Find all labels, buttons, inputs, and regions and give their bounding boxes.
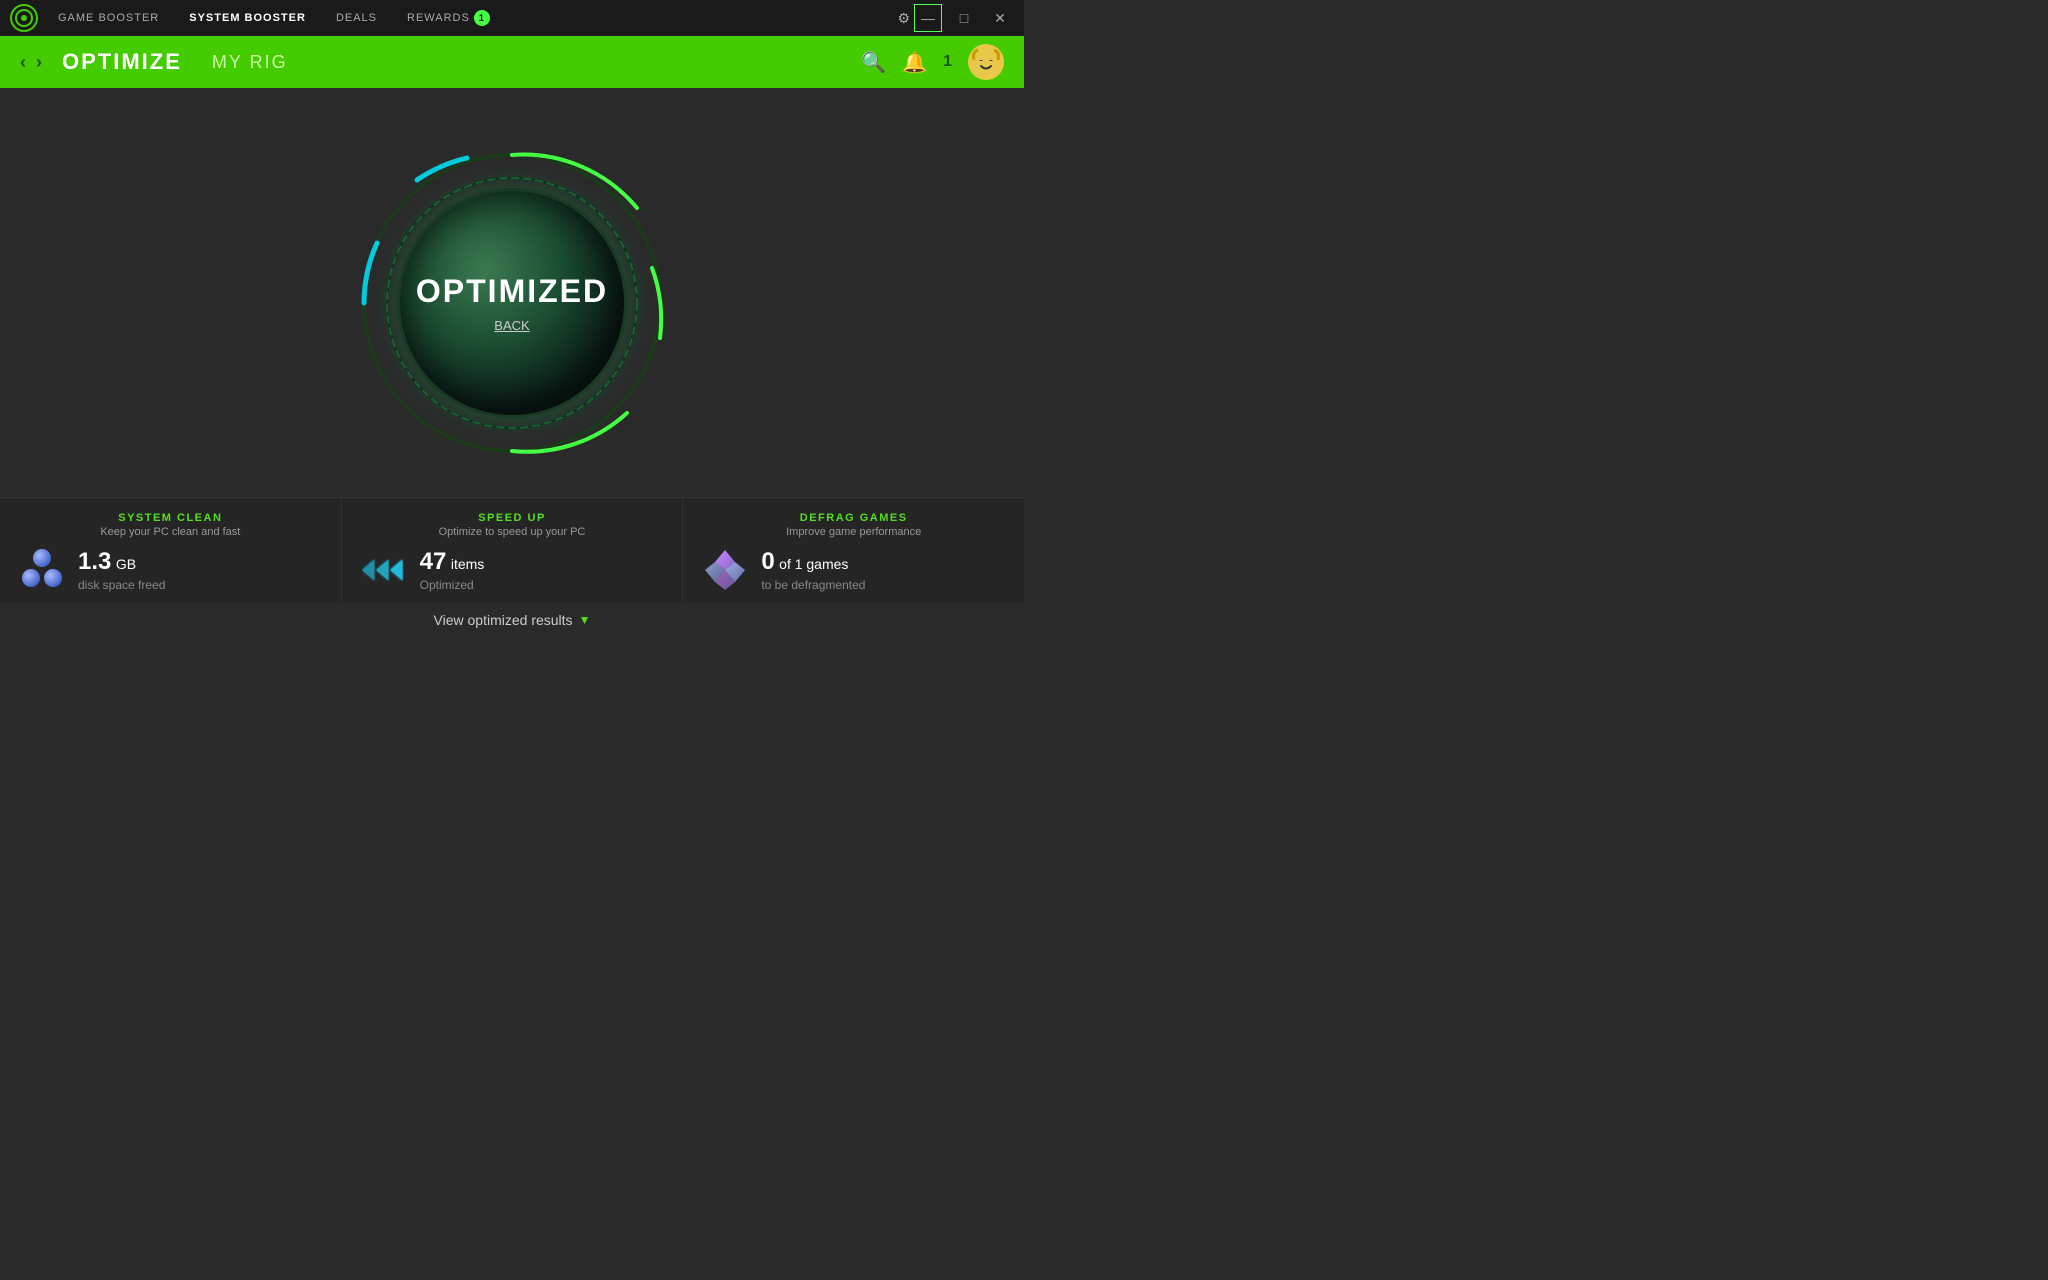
system-clean-label: disk space freed [78, 578, 165, 592]
system-clean-unit: GB [116, 556, 136, 572]
close-button[interactable]: ✕ [986, 4, 1014, 32]
defrag-values: 0 of 1 games to be defragmented [761, 548, 865, 592]
defrag-label: to be defragmented [761, 578, 865, 592]
system-clean-data: 1.3 GB disk space freed [20, 548, 321, 592]
speed-up-data: 47 items Optimized [362, 548, 663, 592]
bell-icon[interactable]: 🔔 [902, 50, 927, 75]
stat-card-speed-up: SPEED UP Optimize to speed up your PC [342, 498, 684, 602]
system-clean-icon [20, 548, 64, 592]
nav-rewards[interactable]: REWARDS1 [407, 10, 490, 26]
nav-deals[interactable]: DEALS [336, 12, 377, 24]
rewards-badge: 1 [474, 10, 490, 26]
defrag-unit: of 1 games [779, 556, 848, 572]
back-arrow[interactable]: ‹ [20, 52, 26, 73]
speed-up-value-row: 47 items [420, 548, 485, 576]
speed-up-values: 47 items Optimized [420, 548, 485, 592]
speed-up-value: 47 [420, 548, 447, 575]
chevron-down-icon: ▼ [579, 613, 591, 627]
stats-section: SYSTEM CLEAN Keep your PC clean and fast [0, 497, 1024, 640]
speed-up-icon [362, 548, 406, 592]
header-bar: ‹ › OPTIMIZE MY RIG 🔍 🔔 1 [0, 36, 1024, 88]
defrag-value: 0 [761, 548, 774, 575]
page-subtitle[interactable]: MY RIG [212, 52, 288, 73]
app-logo [10, 4, 38, 32]
maximize-button[interactable]: □ [950, 4, 978, 32]
defrag-subtitle: Improve game performance [703, 526, 1004, 538]
header-right: 🔍 🔔 1 [861, 44, 1004, 80]
system-clean-values: 1.3 GB disk space freed [78, 548, 165, 592]
window-controls: — □ ✕ [914, 4, 1014, 32]
view-results-bar: View optimized results ▼ [0, 602, 1024, 640]
stat-card-defrag: DEFRAG GAMES Improve game performance [683, 498, 1024, 602]
defrag-data: 0 of 1 games to be defragmented [703, 548, 1004, 592]
system-clean-title: SYSTEM CLEAN [20, 512, 321, 524]
avatar[interactable] [968, 44, 1004, 80]
outer-ring: OPTIMIZED BACK [357, 148, 667, 458]
optimized-label: OPTIMIZED [416, 273, 608, 310]
speed-up-label: Optimized [420, 578, 485, 592]
nav-system-booster[interactable]: SYSTEM BOOSTER [189, 12, 306, 24]
circle-container: OPTIMIZED BACK [0, 88, 1024, 497]
defrag-value-row: 0 of 1 games [761, 548, 865, 576]
back-link[interactable]: BACK [494, 318, 529, 333]
main-content: OPTIMIZED BACK SYSTEM CLEAN Keep your PC… [0, 88, 1024, 640]
speed-up-unit: items [451, 556, 484, 572]
speed-up-title: SPEED UP [362, 512, 663, 524]
settings-icon[interactable]: ⚙ [897, 10, 910, 27]
page-title: OPTIMIZE [62, 49, 182, 75]
minimize-button[interactable]: — [914, 4, 942, 32]
optimized-circle[interactable]: OPTIMIZED BACK [397, 188, 627, 418]
title-bar: GAME BOOSTER SYSTEM BOOSTER DEALS REWARD… [0, 0, 1024, 36]
system-clean-subtitle: Keep your PC clean and fast [20, 526, 321, 538]
nav-items: GAME BOOSTER SYSTEM BOOSTER DEALS REWARD… [58, 10, 897, 26]
defrag-icon [703, 548, 747, 592]
search-icon[interactable]: 🔍 [861, 50, 886, 75]
forward-arrow[interactable]: › [36, 52, 42, 73]
system-clean-value: 1.3 [78, 548, 111, 575]
system-clean-value-row: 1.3 GB [78, 548, 165, 576]
nav-game-booster[interactable]: GAME BOOSTER [58, 12, 159, 24]
view-results-link[interactable]: View optimized results ▼ [434, 612, 591, 628]
stat-card-system-clean: SYSTEM CLEAN Keep your PC clean and fast [0, 498, 342, 602]
defrag-title: DEFRAG GAMES [703, 512, 1004, 524]
notification-count: 1 [943, 53, 952, 71]
nav-arrows: ‹ › [20, 52, 42, 73]
stats-cards: SYSTEM CLEAN Keep your PC clean and fast [0, 497, 1024, 602]
speed-up-subtitle: Optimize to speed up your PC [362, 526, 663, 538]
view-results-label: View optimized results [434, 612, 573, 628]
